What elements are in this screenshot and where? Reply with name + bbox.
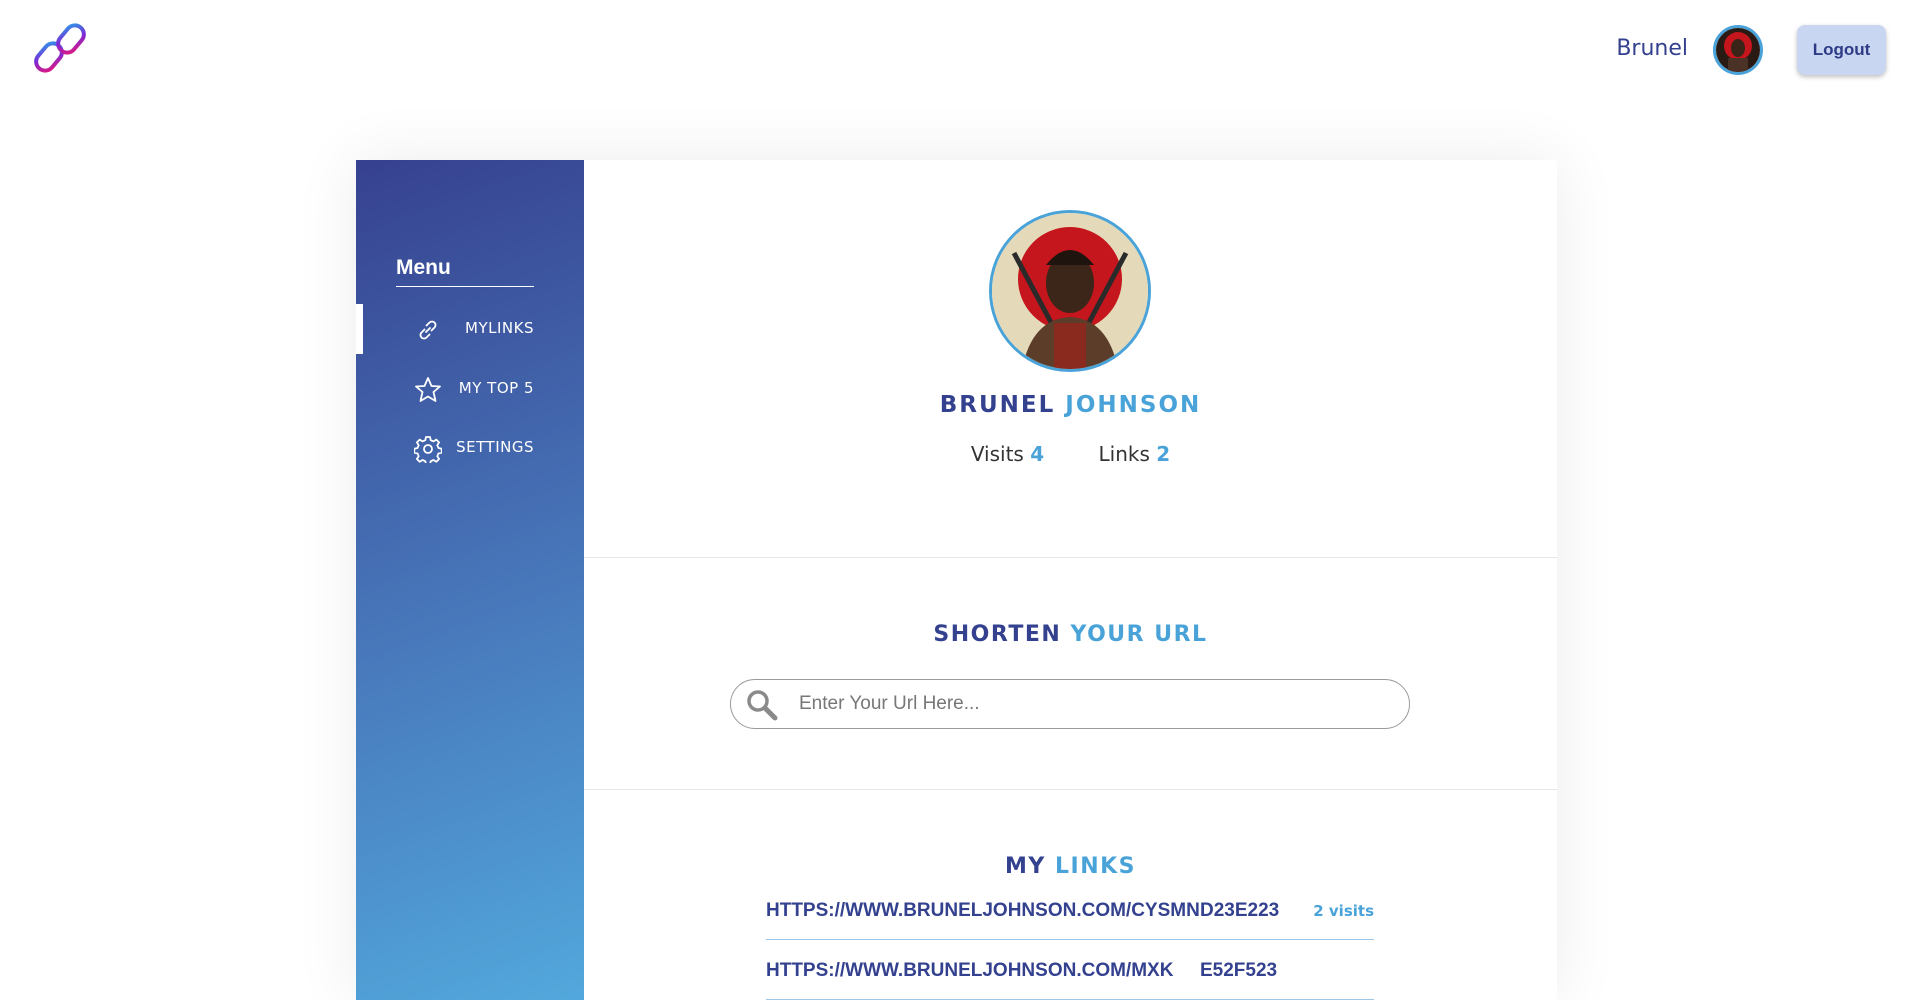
- links-label: Links: [1098, 442, 1150, 466]
- my-links-title-b: LINKS: [1054, 854, 1136, 879]
- logout-button[interactable]: Logout: [1797, 25, 1886, 75]
- search-icon[interactable]: [745, 688, 779, 722]
- links-stat: Links 2: [1099, 442, 1171, 466]
- sidebar-item-label: SETTINGS: [456, 438, 534, 456]
- shorten-section: SHORTEN YOUR URL: [584, 558, 1557, 790]
- top-bar: Brunel Logout: [0, 0, 1916, 100]
- profile-last-name: JOHNSON: [1065, 392, 1202, 418]
- my-links-section: MY LINKS HTTPS://WWW.BRUNELJOHNSON.COM/C…: [584, 790, 1557, 1000]
- link-icon: [419, 320, 437, 340]
- sidebar-item-top5[interactable]: MY TOP 5: [356, 364, 584, 414]
- my-links-title: MY LINKS: [584, 854, 1557, 879]
- profile-first-name: BRUNEL: [939, 392, 1056, 418]
- profile-avatar[interactable]: [989, 210, 1151, 372]
- main-card: Menu MYLINKS MY TOP 5 SETTINGS BRUNEL JO…: [356, 160, 1557, 1000]
- sidebar-title: Menu: [396, 256, 534, 287]
- link-short-code[interactable]: E52F523: [1200, 960, 1277, 982]
- profile-stats: Visits 4 Links 2: [584, 442, 1557, 466]
- visits-count: 4: [1030, 442, 1045, 466]
- my-links-title-a: MY: [1004, 854, 1046, 879]
- header-avatar[interactable]: [1713, 25, 1763, 75]
- shorten-title-b: YOUR URL: [1070, 622, 1208, 647]
- star-icon: [415, 377, 441, 402]
- link-row[interactable]: HTTPS://WWW.BRUNELJOHNSON.COM/MXK E52F52…: [766, 950, 1374, 1000]
- chain-link-logo[interactable]: [30, 18, 92, 80]
- link-row[interactable]: HTTPS://WWW.BRUNELJOHNSON.COM/CYSMN D23E…: [766, 890, 1374, 940]
- sidebar: Menu MYLINKS MY TOP 5 SETTINGS: [356, 160, 584, 1000]
- link-short-code[interactable]: D23E223: [1200, 900, 1279, 922]
- url-input[interactable]: [799, 686, 1389, 722]
- header-user-name: Brunel: [1616, 36, 1688, 61]
- visits-label: Visits: [970, 442, 1024, 466]
- link-visits: 2 visits: [1313, 902, 1374, 920]
- gear-icon: [414, 436, 442, 463]
- link-url[interactable]: HTTPS://WWW.BRUNELJOHNSON.COM/CYSMN: [766, 900, 1200, 922]
- sidebar-item-settings[interactable]: SETTINGS: [356, 423, 584, 473]
- profile-name: BRUNEL JOHNSON: [584, 392, 1557, 418]
- shorten-title-a: SHORTEN: [933, 622, 1062, 647]
- sidebar-item-mylinks[interactable]: MYLINKS: [356, 304, 584, 354]
- sidebar-item-label: MYLINKS: [465, 319, 534, 337]
- sidebar-item-label: MY TOP 5: [458, 379, 534, 397]
- visits-stat: Visits 4: [971, 442, 1044, 466]
- active-indicator: [356, 304, 363, 354]
- link-url[interactable]: HTTPS://WWW.BRUNELJOHNSON.COM/MXK: [766, 960, 1173, 982]
- profile-section: BRUNEL JOHNSON Visits 4 Links 2: [584, 160, 1557, 558]
- links-count: 2: [1156, 442, 1171, 466]
- shorten-title: SHORTEN YOUR URL: [584, 622, 1557, 647]
- url-search-box: [730, 679, 1410, 729]
